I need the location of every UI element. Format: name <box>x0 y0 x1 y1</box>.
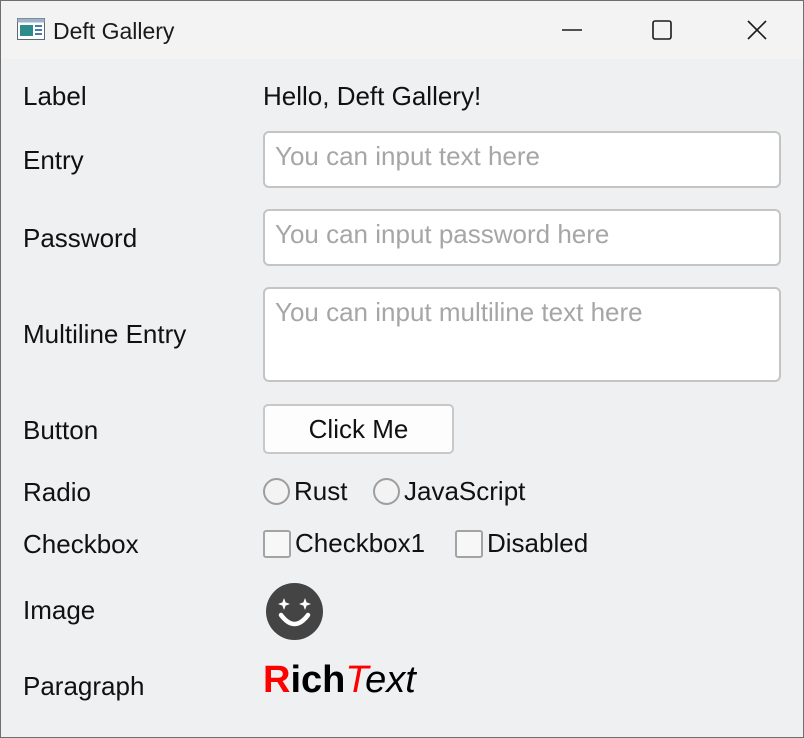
image-row-label: Image <box>23 595 96 625</box>
multiline-row-label: Multiline Entry <box>23 319 187 349</box>
entry-row-label: Entry <box>23 145 84 175</box>
rich-text-part-2: ich <box>290 659 346 701</box>
click-me-button[interactable]: Click Me <box>263 404 454 454</box>
button-row-label: Button <box>23 415 99 445</box>
password-field[interactable]: You can input password here <box>263 209 781 266</box>
radio-circle-icon[interactable] <box>263 478 290 505</box>
text-entry-field[interactable]: You can input text here <box>263 131 781 188</box>
smiley-face-icon <box>266 583 323 640</box>
checkbox-row-label: Checkbox <box>23 529 139 559</box>
title-bar[interactable]: Deft Gallery <box>1 1 803 59</box>
entry-placeholder: You can input text here <box>275 141 541 171</box>
close-button[interactable] <box>711 1 803 59</box>
label-value: Hello, Deft Gallery! <box>263 81 482 111</box>
password-placeholder: You can input password here <box>275 219 610 249</box>
minimize-button[interactable] <box>526 1 618 59</box>
password-row-label: Password <box>23 223 138 253</box>
checkbox-square-icon[interactable] <box>263 529 291 558</box>
label-row-label: Label <box>23 81 87 111</box>
maximize-button[interactable] <box>616 1 708 59</box>
checkbox-label-checkbox1: Checkbox1 <box>295 528 426 558</box>
rich-text-part-3: T <box>345 659 366 701</box>
maximize-icon <box>652 20 672 40</box>
radio-option-javascript[interactable]: JavaScript <box>373 476 525 507</box>
radio-label-rust: Rust <box>294 476 348 506</box>
rich-text-part-1: R <box>263 659 291 701</box>
paragraph-row-label: Paragraph <box>23 671 145 701</box>
checkbox-disabled[interactable]: Disabled <box>455 528 588 559</box>
checkbox-checkbox1[interactable]: Checkbox1 <box>263 528 425 559</box>
radio-circle-icon[interactable] <box>373 478 400 505</box>
minimize-icon <box>562 29 582 31</box>
radio-row-label: Radio <box>23 477 91 507</box>
radio-option-rust[interactable]: Rust <box>263 476 347 507</box>
app-window: Deft Gallery Label Hello, Deft Gallery! … <box>0 0 804 738</box>
rich-text-paragraph: RichText <box>263 661 416 699</box>
window-title: Deft Gallery <box>53 18 175 44</box>
checkbox-square-icon[interactable] <box>455 529 483 558</box>
close-icon <box>747 20 767 40</box>
multiline-placeholder: You can input multiline text here <box>275 297 643 327</box>
radio-label-javascript: JavaScript <box>404 476 526 506</box>
checkbox-label-disabled: Disabled <box>487 528 589 558</box>
multiline-text-field[interactable]: You can input multiline text here <box>263 287 781 382</box>
rich-text-part-4: ext <box>365 659 416 701</box>
app-icon <box>17 18 45 40</box>
